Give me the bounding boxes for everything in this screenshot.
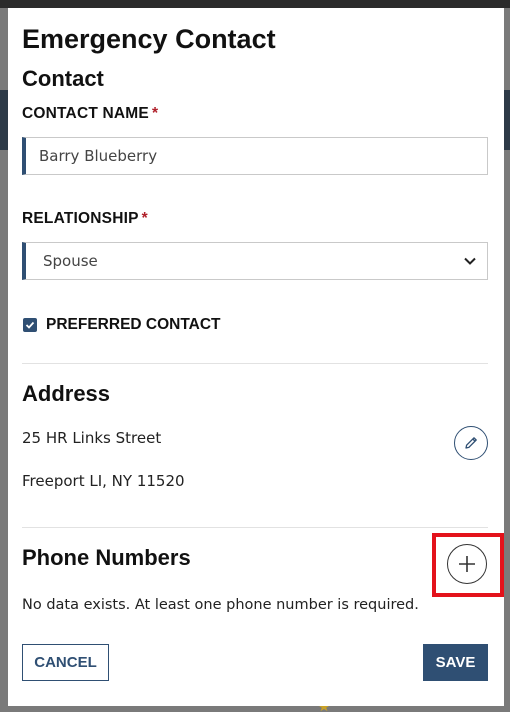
dialog-title: Emergency Contact <box>22 24 276 54</box>
address-section-title: Address <box>22 381 111 406</box>
phone-numbers-section-title: Phone Numbers <box>22 545 191 570</box>
edit-address-button[interactable] <box>454 426 488 460</box>
background-topbar <box>0 0 510 8</box>
relationship-label: RELATIONSHIP * <box>22 210 148 228</box>
address-line-2: Freeport LI, NY 11520 <box>22 472 185 490</box>
pencil-icon <box>465 437 477 449</box>
contact-name-label-text: CONTACT NAME <box>22 105 149 122</box>
save-button[interactable]: SAVE <box>423 644 488 681</box>
highlight-box <box>432 533 504 597</box>
contact-name-input[interactable]: Barry Blueberry <box>22 137 488 175</box>
contact-name-value: Barry Blueberry <box>39 147 158 165</box>
phone-empty-message: No data exists. At least one phone numbe… <box>22 597 419 613</box>
required-marker: * <box>151 105 159 122</box>
relationship-value: Spouse <box>43 252 98 270</box>
preferred-contact-label: PREFERRED CONTACT <box>46 316 221 333</box>
contact-name-label: CONTACT NAME * <box>22 105 158 123</box>
emergency-contact-dialog: Emergency Contact Contact CONTACT NAME * … <box>8 8 504 706</box>
section-divider <box>22 363 488 364</box>
required-marker: * <box>141 210 148 227</box>
cancel-button[interactable]: CANCEL <box>22 644 109 681</box>
preferred-contact-checkbox[interactable] <box>23 318 37 332</box>
contact-section-title: Contact <box>22 66 104 91</box>
checkmark-icon <box>25 321 35 329</box>
address-line-1: 25 HR Links Street <box>22 429 162 447</box>
relationship-select[interactable]: Spouse <box>22 242 488 280</box>
chevron-down-icon <box>464 257 476 265</box>
section-divider <box>22 527 488 528</box>
relationship-label-text: RELATIONSHIP <box>22 210 139 227</box>
